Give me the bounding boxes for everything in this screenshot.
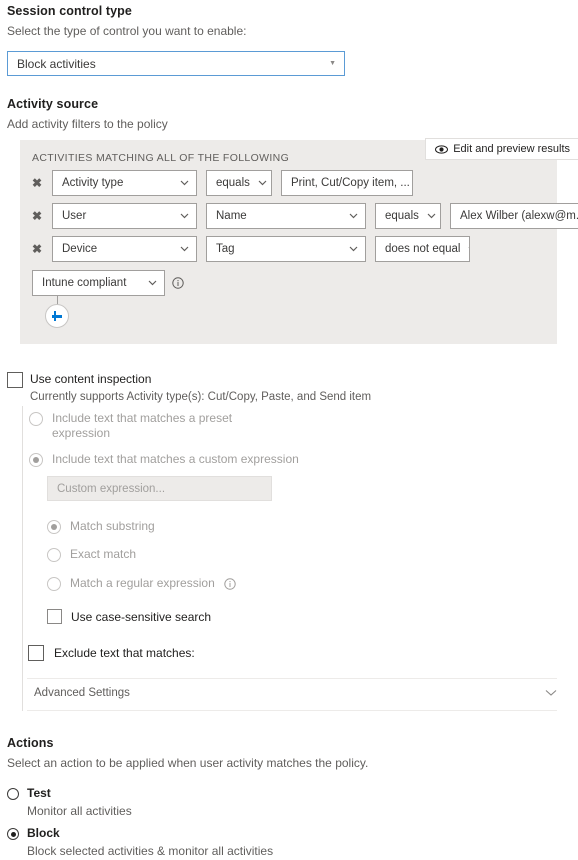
info-icon[interactable]: [172, 277, 184, 289]
action-option-block[interactable]: Block Block selected activities & monito…: [7, 827, 273, 858]
filter-value-text: Alex Wilber (alexw@m...: [460, 210, 578, 222]
exact-match-option[interactable]: Exact match: [47, 547, 136, 562]
match-regex-label: Match a regular expression: [70, 576, 215, 590]
action-block-description: Block selected activities & monitor all …: [27, 844, 274, 858]
exclude-text-label: Exclude text that matches:: [54, 646, 195, 660]
actions-subtitle: Select an action to be applied when user…: [7, 756, 369, 770]
chevron-down-icon: [180, 213, 189, 219]
include-custom-expression-label: Include text that matches a custom expre…: [52, 452, 299, 466]
filter-operator-dropdown[interactable]: equals: [206, 170, 272, 196]
action-test-description: Monitor all activities: [27, 804, 132, 818]
filter-field-value: Device: [62, 243, 98, 255]
filter-value-dropdown[interactable]: Print, Cut/Copy item, ...: [281, 170, 413, 196]
session-control-type-value: Block activities: [17, 56, 96, 71]
action-test-label: Test: [27, 786, 51, 800]
activity-source-section: Activity source Add activity filters to …: [7, 97, 571, 131]
use-content-inspection-label: Use content inspection: [30, 372, 152, 386]
exclude-text-checkbox[interactable]: [28, 645, 44, 661]
chevron-down-icon: [349, 213, 358, 219]
session-control-type-subtitle: Select the type of control you want to e…: [7, 24, 247, 38]
action-option-test[interactable]: Test Monitor all activities: [7, 787, 132, 818]
content-inspection-support-note: Currently supports Activity type(s): Cut…: [30, 391, 372, 403]
session-control-type-dropdown[interactable]: Block activities ▼: [7, 51, 345, 76]
remove-filter-icon[interactable]: ✖: [32, 177, 52, 189]
activity-filters-panel-label: ACTIVITIES MATCHING ALL OF THE FOLLOWING: [32, 152, 290, 164]
chevron-down-icon: [545, 689, 557, 697]
chevron-down-icon: [180, 180, 189, 186]
case-sensitive-search-option[interactable]: Use case-sensitive search: [47, 609, 211, 624]
session-control-type-section: Session control type Select the type of …: [7, 4, 571, 76]
filter-value-text: Print, Cut/Copy item, ...: [291, 177, 410, 189]
exact-match-label: Exact match: [70, 547, 137, 561]
caret-down-icon: ▼: [329, 60, 336, 67]
custom-expression-input[interactable]: Custom expression...: [47, 476, 272, 501]
chevron-down-icon: [468, 246, 469, 252]
chevron-down-icon: [180, 246, 189, 252]
filter-field-dropdown[interactable]: User: [52, 203, 197, 229]
filter-value-dropdown[interactable]: Intune compliant: [32, 270, 165, 296]
case-sensitive-label: Use case-sensitive search: [71, 609, 212, 624]
actions-section: Actions Select an action to be applied w…: [7, 736, 571, 770]
chevron-down-icon: [148, 280, 157, 286]
filter-operator-value: equals: [216, 177, 250, 189]
activity-source-subtitle: Add activity filters to the policy: [7, 117, 168, 131]
filter-operator-dropdown[interactable]: equals: [375, 203, 441, 229]
include-custom-expression-option[interactable]: Include text that matches a custom expre…: [29, 452, 299, 467]
filter-field-value: User: [62, 210, 87, 222]
radio-icon: [47, 520, 61, 534]
filter-value-text: Intune compliant: [42, 277, 127, 289]
info-icon[interactable]: [224, 578, 236, 590]
edit-and-preview-results-button[interactable]: Edit and preview results: [425, 138, 578, 160]
add-filter-area: [45, 296, 75, 328]
use-content-inspection-checkbox[interactable]: [7, 372, 23, 388]
filter-operator-value: equals: [385, 210, 419, 222]
chevron-down-icon: [427, 213, 436, 219]
remove-filter-icon[interactable]: ✖: [32, 210, 52, 222]
filter-value-dropdown[interactable]: Alex Wilber (alexw@m...: [450, 203, 578, 229]
activity-source-title: Activity source: [7, 97, 99, 111]
radio-icon: [29, 453, 43, 467]
chevron-down-icon: [258, 180, 267, 186]
action-block-label: Block: [27, 826, 60, 840]
divider: [27, 710, 557, 711]
filter-property-value: Tag: [216, 243, 235, 255]
filter-property-value: Name: [216, 210, 247, 222]
filter-row: ✖ Device Tag does not equal: [32, 236, 479, 262]
filter-field-value: Activity type: [62, 177, 124, 189]
radio-icon: [47, 548, 61, 562]
session-control-type-title: Session control type: [7, 4, 132, 18]
content-inspection-left-rule: [22, 406, 23, 711]
actions-title: Actions: [7, 736, 54, 750]
radio-icon: [7, 828, 19, 840]
advanced-settings-toggle[interactable]: Advanced Settings: [34, 687, 557, 699]
exclude-text-option[interactable]: Exclude text that matches:: [28, 645, 195, 661]
advanced-settings-label: Advanced Settings: [34, 687, 130, 699]
match-regex-option[interactable]: Match a regular expression: [47, 576, 236, 591]
add-filter-icon[interactable]: [45, 304, 69, 328]
radio-icon: [47, 577, 61, 591]
filter-property-dropdown[interactable]: Name: [206, 203, 366, 229]
include-preset-expression-option[interactable]: Include text that matches a preset expre…: [29, 411, 244, 441]
filter-row: ✖ Activity type equals Print, Cut/Copy i…: [32, 170, 422, 196]
case-sensitive-checkbox[interactable]: [47, 609, 62, 624]
match-substring-option[interactable]: Match substring: [47, 519, 155, 534]
divider: [27, 678, 557, 679]
eye-icon: [435, 144, 449, 154]
remove-filter-icon[interactable]: ✖: [32, 243, 52, 255]
filter-operator-value: does not equal: [385, 243, 461, 255]
custom-expression-placeholder: Custom expression...: [57, 482, 166, 495]
filter-field-dropdown[interactable]: Activity type: [52, 170, 197, 196]
filter-operator-dropdown[interactable]: does not equal: [375, 236, 470, 262]
radio-icon: [7, 788, 19, 800]
filter-field-dropdown[interactable]: Device: [52, 236, 197, 262]
radio-icon: [29, 412, 43, 426]
filter-property-dropdown[interactable]: Tag: [206, 236, 366, 262]
filter-row-value-continuation: Intune compliant: [32, 270, 184, 296]
match-substring-label: Match substring: [70, 519, 155, 533]
edit-and-preview-results-label: Edit and preview results: [453, 143, 570, 155]
chevron-down-icon: [349, 246, 358, 252]
include-preset-expression-label: Include text that matches a preset expre…: [52, 411, 233, 440]
filter-row: ✖ User Name equals Alex Wilber (alexw@m.…: [32, 203, 578, 229]
